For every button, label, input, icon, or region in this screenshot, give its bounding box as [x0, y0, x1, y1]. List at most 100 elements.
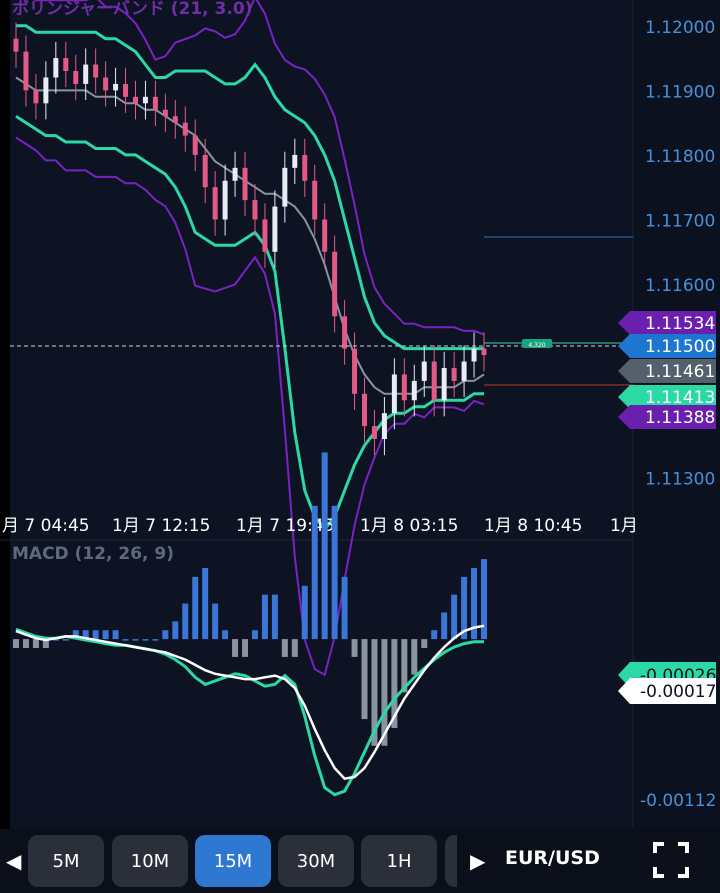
- histogram-bar: [271, 594, 278, 640]
- candle-body: [272, 206, 278, 252]
- candle-body: [441, 367, 447, 401]
- candle-body: [73, 71, 79, 84]
- histogram-bar: [321, 452, 328, 640]
- macd-label: MACD (12, 26, 9): [12, 544, 174, 564]
- histogram-bar: [212, 603, 219, 640]
- time-tick-label: 1月 8 03:15: [360, 516, 458, 536]
- candle-body: [332, 251, 338, 317]
- timeframe-bar: ◀ 5M 10M 15M 30M 1H ▶ EUR/USD: [0, 829, 720, 893]
- histogram-bar: [22, 639, 29, 648]
- timeframe-button-10m[interactable]: 10M: [112, 835, 188, 887]
- candle-body: [53, 58, 59, 78]
- histogram-bar: [441, 612, 448, 640]
- price-badge-label: 1.11461: [645, 362, 715, 382]
- histogram-bar: [132, 639, 139, 641]
- histogram-bar: [291, 639, 298, 657]
- candle-body: [63, 58, 69, 72]
- histogram-bar: [92, 630, 99, 640]
- price-tick-label: 1.11300: [645, 470, 715, 490]
- bollinger-label: ボリンジャーバンド (21, 3.0): [12, 0, 252, 19]
- trading-chart-app: 4,320 ボリンジャーバンド (21, 3.0) 1.12000 1.11900 1.…: [0, 0, 720, 893]
- histogram-bar: [431, 630, 438, 640]
- candle-body: [262, 219, 268, 252]
- candle-body: [391, 374, 397, 414]
- candle-body: [172, 116, 178, 123]
- currency-pair-label[interactable]: EUR/USD: [505, 847, 600, 869]
- candle-body: [481, 348, 487, 356]
- histogram-bar: [62, 639, 69, 641]
- time-tick-label: 月 7 04:45: [2, 516, 90, 536]
- candle-body: [152, 96, 158, 110]
- candle-body: [342, 316, 348, 349]
- candle-body: [132, 96, 138, 104]
- time-tick-label: 1月 8 10:45: [484, 516, 582, 536]
- timeframe-button-partial[interactable]: [445, 835, 457, 887]
- price-tick-label: 1.11700: [645, 211, 715, 231]
- timeframe-button-1h[interactable]: 1H: [361, 835, 437, 887]
- candle-body: [103, 77, 109, 91]
- histogram-bar: [13, 639, 19, 648]
- candle-body: [302, 154, 308, 181]
- time-tick-label: 1月: [610, 516, 638, 536]
- price-badge-label: 1.11534: [645, 314, 715, 334]
- candle-body: [292, 154, 298, 168]
- left-edge: [0, 0, 10, 829]
- candle-body: [322, 219, 328, 252]
- candle-body: [461, 361, 467, 381]
- candle-body: [381, 413, 387, 439]
- scroll-right-icon[interactable]: ▶: [470, 849, 485, 873]
- histogram-bar: [341, 576, 348, 640]
- histogram-bar: [162, 630, 169, 640]
- histogram-bar: [361, 639, 368, 720]
- macd-badge-label: -0.00017: [640, 682, 716, 702]
- histogram-bar: [232, 639, 239, 657]
- chart-background: [0, 0, 720, 829]
- candle-body: [202, 154, 208, 188]
- price-badge-label: 1.11388: [645, 408, 715, 428]
- histogram-bar: [172, 621, 179, 640]
- price-badge-label: 1.11500: [645, 337, 715, 357]
- histogram-bar: [222, 630, 229, 640]
- timeframe-button-5m[interactable]: 5M: [28, 835, 104, 887]
- candle-body: [83, 64, 89, 84]
- histogram-bar: [152, 639, 159, 641]
- candle-body: [252, 200, 258, 220]
- candle-body: [451, 367, 457, 381]
- candle-body: [93, 64, 99, 78]
- candle-body: [123, 83, 129, 97]
- histogram-bar: [202, 568, 209, 640]
- histogram-bar: [421, 639, 428, 648]
- candle-body: [362, 393, 368, 427]
- price-tick-label: 1.12000: [645, 18, 715, 38]
- macd-tick-label: -0.00112: [640, 791, 716, 811]
- candle-body: [352, 348, 358, 394]
- histogram-bar: [112, 630, 119, 640]
- candle-body: [113, 83, 119, 91]
- candle-body: [182, 122, 188, 136]
- candle-body: [232, 167, 238, 181]
- candle-body: [421, 361, 427, 381]
- histogram-bar: [281, 639, 288, 657]
- time-tick-label: 1月 7 19:45: [236, 516, 334, 536]
- candle-body: [282, 167, 288, 207]
- candle-body: [162, 109, 168, 117]
- timeframe-button-15m[interactable]: 15M: [195, 835, 271, 887]
- histogram-bar: [261, 594, 268, 640]
- histogram-bar: [411, 639, 418, 675]
- candle-body: [242, 167, 248, 201]
- histogram-bar: [451, 594, 458, 640]
- candle-body: [142, 96, 148, 104]
- candle-body: [192, 135, 198, 155]
- scroll-left-icon[interactable]: ◀: [6, 849, 21, 873]
- candle-body: [312, 180, 318, 220]
- candle-body: [212, 187, 218, 220]
- histogram-bar: [351, 639, 358, 657]
- timeframe-button-30m[interactable]: 30M: [278, 835, 354, 887]
- histogram-bar: [122, 639, 129, 641]
- candle-body: [43, 77, 49, 104]
- chart-area[interactable]: 4,320 ボリンジャーバンド (21, 3.0) 1.12000 1.11900 1.…: [0, 0, 720, 829]
- fullscreen-icon[interactable]: [652, 841, 690, 879]
- histogram-bar: [311, 505, 318, 640]
- candle-body: [23, 51, 29, 91]
- candle-body: [371, 426, 377, 439]
